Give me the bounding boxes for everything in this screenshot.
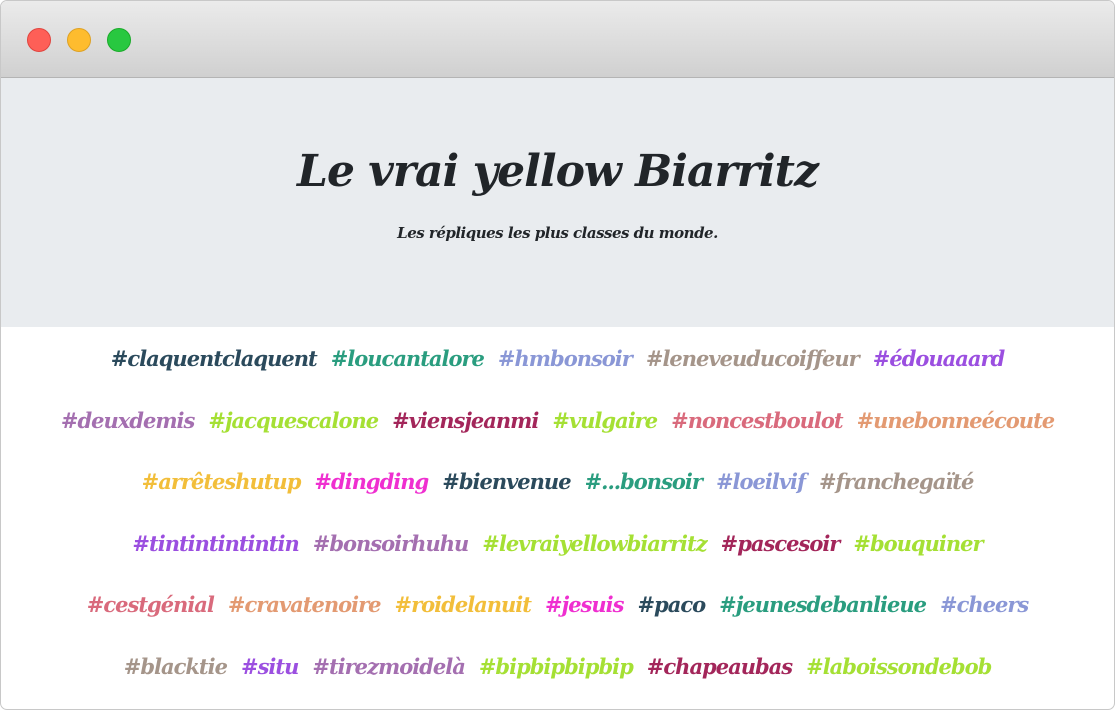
window-titlebar [1, 1, 1114, 78]
hashtag-row: #cestgénial #cravatenoire #roidelanuit #jes… [1, 587, 1114, 649]
hashtag-link[interactable]: #vulgaire [552, 403, 658, 439]
hashtag-link[interactable]: #leneveuducoiffeur [646, 341, 860, 377]
hashtag-link[interactable]: #dingding [314, 464, 429, 500]
hashtag-row: #tintintintintin #bonsoirhuhu #levraiyello… [1, 526, 1114, 588]
close-window-button[interactable] [27, 28, 51, 52]
page-subtitle: Les répliques les plus classes du monde. [397, 224, 718, 242]
browser-window: Le vrai yellow Biarritz Les répliques le… [0, 0, 1115, 710]
hashtag-link[interactable]: #situ [241, 649, 299, 685]
hashtag-link[interactable]: #paco [637, 587, 706, 623]
hashtag-link[interactable]: #tintintintintin [132, 526, 299, 562]
hashtag-link[interactable]: #bipbipbipbip [479, 649, 634, 685]
maximize-window-button[interactable] [107, 28, 131, 52]
hashtag-link[interactable]: #hmbonsoir [498, 341, 633, 377]
hashtag-row: #blacktie #situ #tirezmoidelà #bipbipbipbip… [1, 649, 1114, 709]
hashtag-row: #deuxdemis #jacquescalone #viensjeanmi #vul… [1, 403, 1114, 465]
hashtag-link[interactable]: #unebonneécoute [857, 403, 1056, 439]
hashtag-link[interactable]: #édouaaard [873, 341, 1005, 377]
hashtag-link[interactable]: #loucantalore [331, 341, 485, 377]
hashtag-link[interactable]: #cravatenoire [228, 587, 382, 623]
hashtag-link[interactable]: #cheers [940, 587, 1029, 623]
hashtag-link[interactable]: #deuxdemis [61, 403, 195, 439]
hashtag-row: #claquentclaquent #loucantalore #hmbonsoir… [1, 341, 1114, 403]
hashtag-link[interactable]: #pascesoir [721, 526, 841, 562]
hashtag-link[interactable]: #bonsoirhuhu [313, 526, 469, 562]
minimize-window-button[interactable] [67, 28, 91, 52]
hashtag-link[interactable]: #laboissondebob [806, 649, 992, 685]
hashtag-link[interactable]: #franchegaïté [819, 464, 974, 500]
hashtag-link[interactable]: #bienvenue [442, 464, 571, 500]
hashtag-link[interactable]: #blacktie [124, 649, 228, 685]
hashtag-link[interactable]: #jesuis [545, 587, 624, 623]
hashtag-link[interactable]: #roidelanuit [395, 587, 532, 623]
hashtag-link[interactable]: #...bonsoir [585, 464, 703, 500]
hashtag-link[interactable]: #claquentclaquent [111, 341, 318, 377]
hashtag-link[interactable]: #jacquescalone [208, 403, 379, 439]
hashtag-link[interactable]: #bouquiner [853, 526, 983, 562]
hashtag-list: #claquentclaquent #loucantalore #hmbonsoir… [1, 327, 1114, 709]
hashtag-link[interactable]: #loeilvif [716, 464, 806, 500]
hashtag-link[interactable]: #cestgénial [87, 587, 215, 623]
page-title: Le vrai yellow Biarritz [297, 146, 819, 197]
hero-banner: Le vrai yellow Biarritz Les répliques le… [1, 78, 1114, 327]
hashtag-link[interactable]: #tirezmoidelà [312, 649, 465, 685]
hashtag-row: #arrêteshutup #dingding #bienvenue #...bons… [1, 464, 1114, 526]
hashtag-link[interactable]: #noncestboulot [671, 403, 843, 439]
hashtag-link[interactable]: #chapeaubas [647, 649, 793, 685]
hashtag-link[interactable]: #viensjeanmi [392, 403, 539, 439]
hashtag-link[interactable]: #levraiyellowbiarritz [482, 526, 707, 562]
hashtag-link[interactable]: #arrêteshutup [142, 464, 302, 500]
hashtag-link[interactable]: #jeunesdebanlieue [719, 587, 927, 623]
